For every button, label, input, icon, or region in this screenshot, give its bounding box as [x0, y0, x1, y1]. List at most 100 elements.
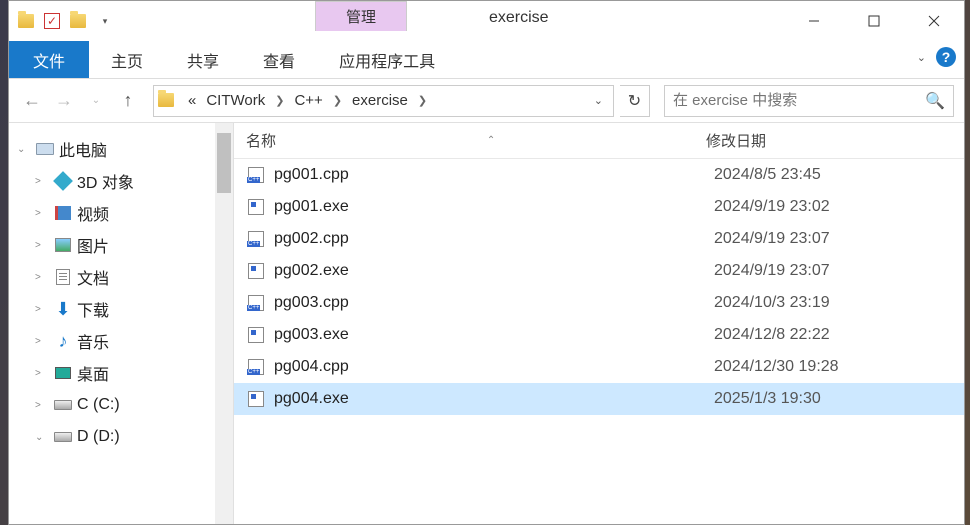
chevron-down-icon[interactable]: ⌄ — [17, 144, 31, 155]
title-bar: ✓ ▾ 管理 exercise — [9, 1, 964, 41]
tree-caret-icon[interactable]: ⌄ — [35, 432, 49, 443]
qat-dropdown-icon[interactable]: ▾ — [93, 10, 115, 32]
tab-view[interactable]: 查看 — [241, 41, 317, 78]
tree-item-label: 视频 — [77, 201, 109, 225]
back-button[interactable]: ← — [19, 88, 45, 114]
tree-caret-icon[interactable]: > — [35, 400, 49, 411]
search-icon[interactable]: 🔍 — [925, 91, 945, 111]
tree-item[interactable]: > 视频 — [9, 197, 233, 229]
tree-item-label: 3D 对象 — [77, 169, 134, 193]
tree-item-label: 文档 — [77, 265, 109, 289]
help-icon[interactable]: ? — [936, 47, 956, 67]
new-folder-icon[interactable] — [67, 10, 89, 32]
tree-caret-icon[interactable]: > — [35, 304, 49, 315]
tree-item[interactable]: >桌面 — [9, 357, 233, 389]
folder-icon[interactable] — [15, 10, 37, 32]
tree-caret-icon[interactable]: > — [35, 336, 49, 347]
file-row[interactable]: pg004.cpp2024/12/30 19:28 — [234, 351, 964, 383]
file-list[interactable]: pg001.cpp2024/8/5 23:45pg001.exe2024/9/1… — [234, 159, 964, 524]
tree-item[interactable]: > ♪ 音乐 — [9, 325, 233, 357]
file-date: 2024/9/19 23:07 — [714, 230, 830, 248]
tree-item[interactable]: > 图片 — [9, 229, 233, 261]
chevron-right-icon[interactable]: ❯ — [329, 94, 346, 107]
minimize-button[interactable] — [784, 1, 844, 41]
file-row[interactable]: pg001.exe2024/9/19 23:02 — [234, 191, 964, 223]
forward-button[interactable]: → — [51, 88, 77, 114]
file-row[interactable]: pg002.exe2024/9/19 23:07 — [234, 255, 964, 287]
close-button[interactable] — [904, 1, 964, 41]
tab-share[interactable]: 共享 — [165, 41, 241, 78]
tree-item-label: C (C:) — [77, 396, 120, 414]
breadcrumb-seg-1[interactable]: C++ — [290, 90, 326, 111]
file-row[interactable]: pg003.exe2024/12/8 22:22 — [234, 319, 964, 351]
ribbon-tabs: 文件 主页 共享 查看 应用程序工具 ⌄ ? — [9, 41, 964, 79]
chevron-right-icon[interactable]: ❯ — [414, 94, 431, 107]
tree-item[interactable]: >3D 对象 — [9, 165, 233, 197]
tree-item-label: D (D:) — [77, 428, 120, 446]
tree-label: 此电脑 — [59, 137, 107, 161]
drive-icon — [54, 400, 72, 410]
tree-item[interactable]: ⌄ D (D:) — [9, 421, 233, 453]
up-button[interactable]: ↑ — [115, 88, 141, 114]
ribbon-collapse-icon[interactable]: ⌄ — [917, 51, 926, 64]
tab-home[interactable]: 主页 — [89, 41, 165, 78]
file-name: pg001.exe — [274, 198, 714, 216]
scrollbar-thumb[interactable] — [217, 133, 231, 193]
drive-icon — [54, 432, 72, 442]
tree-caret-icon[interactable]: > — [35, 272, 49, 283]
cpp-file-icon — [248, 295, 264, 311]
tree-caret-icon[interactable]: > — [35, 240, 49, 251]
tree-item[interactable]: > C (C:) — [9, 389, 233, 421]
file-tab[interactable]: 文件 — [9, 41, 89, 78]
tree-item-label: 下载 — [77, 297, 109, 321]
sort-indicator-icon: ⌃ — [487, 135, 495, 146]
exe-file-icon — [248, 327, 264, 343]
column-name[interactable]: 名称 ⌃ — [246, 130, 706, 151]
file-date: 2024/9/19 23:02 — [714, 198, 830, 216]
tree-caret-icon[interactable]: > — [35, 208, 49, 219]
file-name: pg004.cpp — [274, 358, 714, 376]
file-name: pg003.exe — [274, 326, 714, 344]
file-name: pg002.cpp — [274, 230, 714, 248]
file-date: 2025/1/3 19:30 — [714, 390, 821, 408]
refresh-button[interactable]: ↻ — [620, 85, 650, 117]
search-input[interactable] — [673, 92, 925, 109]
maximize-button[interactable] — [844, 1, 904, 41]
tree-item[interactable]: >⬇下载 — [9, 293, 233, 325]
file-date: 2024/12/8 22:22 — [714, 326, 830, 344]
address-bar[interactable]: « CITWork ❯ C++ ❯ exercise ❯ ⌄ — [153, 85, 614, 117]
properties-icon[interactable]: ✓ — [41, 10, 63, 32]
breadcrumb-seg-0[interactable]: CITWork — [202, 90, 269, 111]
chevron-right-icon[interactable]: ❯ — [271, 94, 288, 107]
tab-app-tools[interactable]: 应用程序工具 — [317, 41, 457, 78]
scrollbar[interactable] — [215, 123, 233, 524]
column-date[interactable]: 修改日期 — [706, 130, 766, 151]
file-row[interactable]: pg004.exe2025/1/3 19:30 — [234, 383, 964, 415]
column-headers: 名称 ⌃ 修改日期 — [234, 123, 964, 159]
file-row[interactable]: pg002.cpp2024/9/19 23:07 — [234, 223, 964, 255]
file-row[interactable]: pg001.cpp2024/8/5 23:45 — [234, 159, 964, 191]
file-name: pg002.exe — [274, 262, 714, 280]
tree-caret-icon[interactable]: > — [35, 368, 49, 379]
context-tab-label[interactable]: 管理 — [315, 1, 407, 31]
file-row[interactable]: pg003.cpp2024/10/3 23:19 — [234, 287, 964, 319]
tree-item[interactable]: > 文档 — [9, 261, 233, 293]
recent-dropdown-icon[interactable]: ⌄ — [83, 88, 109, 114]
navigation-pane[interactable]: ⌄ 此电脑 >3D 对象>视频>图片>文档>⬇下载>♪音乐>桌面>C (C:)⌄… — [9, 123, 234, 524]
tree-caret-icon[interactable]: > — [35, 176, 49, 187]
file-name: pg004.exe — [274, 390, 714, 408]
music-icon: ♪ — [59, 331, 68, 352]
tree-this-pc[interactable]: ⌄ 此电脑 — [9, 133, 233, 165]
content-pane: 名称 ⌃ 修改日期 pg001.cpp2024/8/5 23:45pg001.e… — [234, 123, 964, 524]
tree-item-label: 图片 — [77, 233, 109, 257]
address-dropdown-icon[interactable]: ⌄ — [588, 94, 609, 107]
breadcrumb-prefix: « — [184, 90, 200, 111]
explorer-window: ✓ ▾ 管理 exercise 文件 主页 共享 查看 应用程序工具 ⌄ ? ←… — [8, 0, 965, 525]
tree-item-label: 音乐 — [77, 329, 109, 353]
breadcrumb-seg-2[interactable]: exercise — [348, 90, 412, 111]
file-name: pg003.cpp — [274, 294, 714, 312]
cpp-file-icon — [248, 231, 264, 247]
document-icon — [56, 269, 70, 285]
search-box[interactable]: 🔍 — [664, 85, 954, 117]
picture-icon — [55, 238, 71, 252]
